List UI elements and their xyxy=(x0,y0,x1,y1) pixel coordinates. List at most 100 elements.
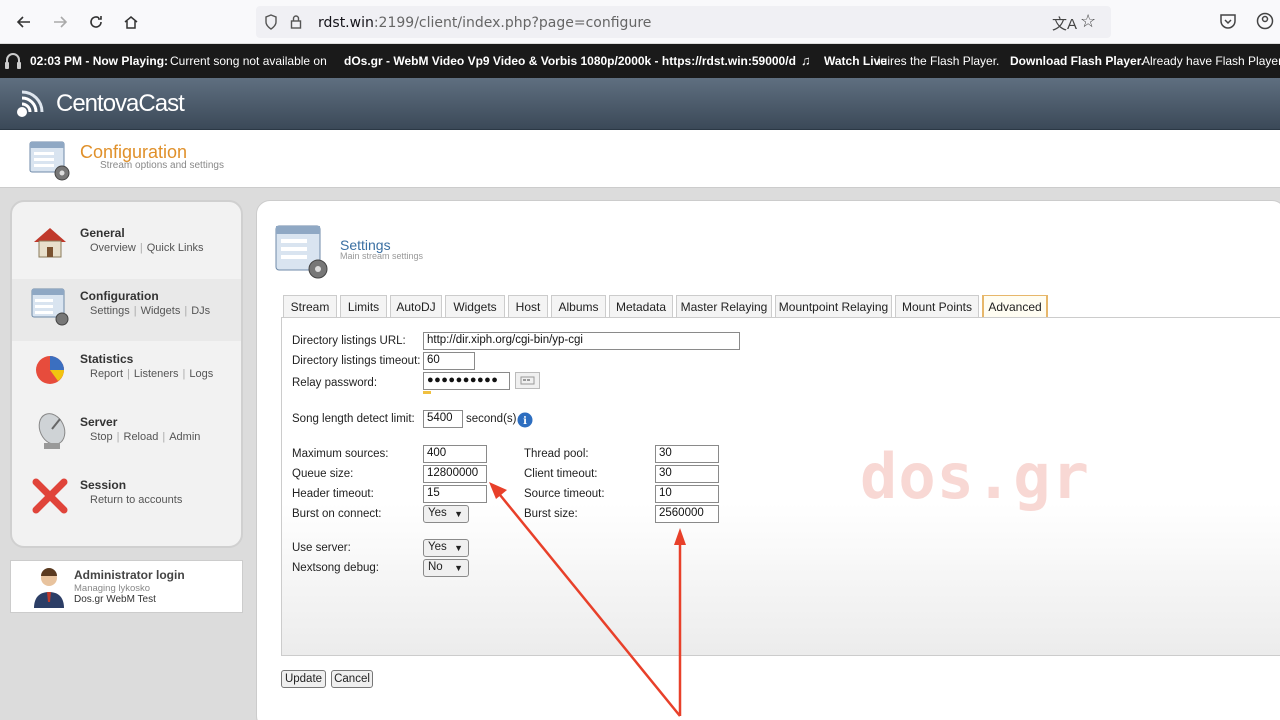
satellite-dish-icon xyxy=(30,409,72,458)
url-text: rdst.win:2199/client/index.php?page=conf… xyxy=(318,15,651,31)
centova-logo-icon xyxy=(10,84,50,127)
relay-password-input[interactable]: ●●●●●●●●●● xyxy=(423,372,510,390)
brand-logo: CentovaCast xyxy=(56,90,185,117)
url-host: rdst.win xyxy=(318,15,374,31)
cancel-button[interactable]: Cancel xyxy=(331,670,373,688)
sidebar-item-label: Server xyxy=(80,415,118,429)
watermark: dos.gr xyxy=(860,440,1090,513)
max-sources-label: Maximum sources: xyxy=(292,448,389,460)
account-icon[interactable] xyxy=(1256,12,1274,33)
tab-stream[interactable]: Stream xyxy=(283,295,337,318)
use-server-value: Yes xyxy=(428,541,447,553)
admin-avatar-icon xyxy=(31,566,67,611)
burst-size-input[interactable]: 2560000 xyxy=(655,505,719,523)
burst-connect-value: Yes xyxy=(428,507,447,519)
shield-icon[interactable] xyxy=(264,14,278,33)
tab-albums[interactable]: Albums xyxy=(551,295,606,318)
sidebar-item-label: Statistics xyxy=(80,352,134,366)
sidebar-item-statistics[interactable]: Statistics Report | Listeners | Logs xyxy=(12,342,241,404)
widgets-link[interactable]: Widgets xyxy=(141,305,181,317)
reload-icon[interactable] xyxy=(82,8,110,36)
home-icon[interactable] xyxy=(117,8,145,36)
download-flash-link[interactable]: Download Flash Player. xyxy=(1010,54,1144,68)
now-playing-ticker: 02:03 PM - Now Playing: Current song not… xyxy=(0,44,1280,78)
sidebar-nav: General Overview | Quick Links Configurati… xyxy=(10,200,243,548)
bookmark-star-icon[interactable]: ☆ xyxy=(1080,11,1096,32)
logs-link[interactable]: Logs xyxy=(189,368,213,380)
show-password-icon[interactable] xyxy=(515,372,540,389)
lock-icon[interactable] xyxy=(290,14,302,33)
browser-toolbar: rdst.win:2199/client/index.php?page=conf… xyxy=(0,0,1280,44)
use-server-select[interactable]: Yes ▼ xyxy=(423,539,469,557)
tab-limits[interactable]: Limits xyxy=(340,295,387,318)
url-path: :2199/client/index.php?page=configure xyxy=(373,15,652,31)
flash-already-have: Already have Flash Player? xyxy=(1142,54,1280,68)
tab-widgets[interactable]: Widgets xyxy=(445,295,505,318)
report-link[interactable]: Report xyxy=(90,368,123,380)
admin-link[interactable]: Admin xyxy=(169,431,200,443)
sidebar-item-label: Session xyxy=(80,478,127,492)
source-timeout-label: Source timeout: xyxy=(524,488,605,500)
max-sources-input[interactable]: 400 xyxy=(423,445,487,463)
info-icon[interactable]: i xyxy=(517,412,533,431)
nextsong-debug-select[interactable]: No ▼ xyxy=(423,559,469,577)
listeners-link[interactable]: Listeners xyxy=(134,368,179,380)
headphones-icon xyxy=(4,51,22,74)
burst-connect-select[interactable]: Yes ▼ xyxy=(423,505,469,523)
tab-metadata[interactable]: Metadata xyxy=(609,295,673,318)
tab-host[interactable]: Host xyxy=(508,295,548,318)
password-strength-bar xyxy=(423,391,431,394)
tab-master-relaying[interactable]: Master Relaying xyxy=(676,295,772,318)
song-length-unit: second(s) xyxy=(466,413,517,425)
page-title-band: Configuration Stream options and setting… xyxy=(0,130,1280,188)
chevron-down-icon: ▼ xyxy=(454,563,463,573)
address-bar[interactable]: rdst.win:2199/client/index.php?page=conf… xyxy=(256,6,1111,38)
burst-connect-label: Burst on connect: xyxy=(292,508,382,520)
burst-size-label: Burst size: xyxy=(524,508,578,520)
song-length-label: Song length detect limit: xyxy=(292,413,415,425)
tab-mountpoint-relaying[interactable]: Mountpoint Relaying xyxy=(775,295,892,318)
settings-link[interactable]: Settings xyxy=(90,305,130,317)
reload-link[interactable]: Reload xyxy=(124,431,159,443)
translate-icon[interactable]: 文A xyxy=(1052,13,1077,34)
back-icon[interactable] xyxy=(10,8,38,36)
sidebar-item-general[interactable]: General Overview | Quick Links xyxy=(12,216,241,278)
ticker-time: 02:03 PM - Now Playing: xyxy=(30,54,169,68)
quick-links-link[interactable]: Quick Links xyxy=(147,242,204,254)
forward-icon[interactable] xyxy=(46,8,74,36)
tab-autodj[interactable]: AutoDJ xyxy=(390,295,442,318)
djs-link[interactable]: DJs xyxy=(191,305,210,317)
nextsong-debug-value: No xyxy=(428,561,443,573)
overview-link[interactable]: Overview xyxy=(90,242,136,254)
x-icon xyxy=(30,476,70,519)
return-to-accounts-link[interactable]: Return to accounts xyxy=(90,494,182,506)
client-timeout-input[interactable]: 30 xyxy=(655,465,719,483)
sidebar-item-label: General xyxy=(80,226,125,240)
sidebar-item-configuration[interactable]: Configuration Settings | Widgets | DJs xyxy=(12,279,241,341)
source-timeout-input[interactable]: 10 xyxy=(655,485,719,503)
flash-message: iuires the Flash Player. xyxy=(878,54,1000,68)
header-timeout-input[interactable]: 15 xyxy=(423,485,487,503)
admin-managing: Managing lykosko xyxy=(74,583,151,594)
dir-timeout-label: Directory listings timeout: xyxy=(292,355,421,367)
sidebar-item-session[interactable]: Session Return to accounts xyxy=(12,468,241,530)
chevron-down-icon: ▼ xyxy=(454,509,463,519)
queue-size-input[interactable]: 12800000 xyxy=(423,465,487,483)
configuration-icon xyxy=(28,140,72,185)
stop-link[interactable]: Stop xyxy=(90,431,113,443)
music-note-icon: ♫ xyxy=(801,53,811,68)
sidebar-item-server[interactable]: Server Stop | Reload | Admin xyxy=(12,405,241,467)
dir-url-input[interactable]: http://dir.xiph.org/cgi-bin/yp-cgi xyxy=(423,332,740,350)
dir-timeout-input[interactable]: 60 xyxy=(423,352,475,370)
tab-advanced[interactable]: Advanced xyxy=(982,295,1048,318)
sidebar-item-label: Configuration xyxy=(80,289,159,303)
song-length-input[interactable]: 5400 xyxy=(423,410,463,428)
tab-mount-points[interactable]: Mount Points xyxy=(895,295,979,318)
chevron-down-icon: ▼ xyxy=(454,543,463,553)
pocket-icon[interactable] xyxy=(1219,12,1237,33)
header-timeout-label: Header timeout: xyxy=(292,488,374,500)
config-icon xyxy=(30,285,72,330)
thread-pool-input[interactable]: 30 xyxy=(655,445,719,463)
relay-password-label: Relay password: xyxy=(292,377,378,389)
update-button[interactable]: Update xyxy=(281,670,326,688)
